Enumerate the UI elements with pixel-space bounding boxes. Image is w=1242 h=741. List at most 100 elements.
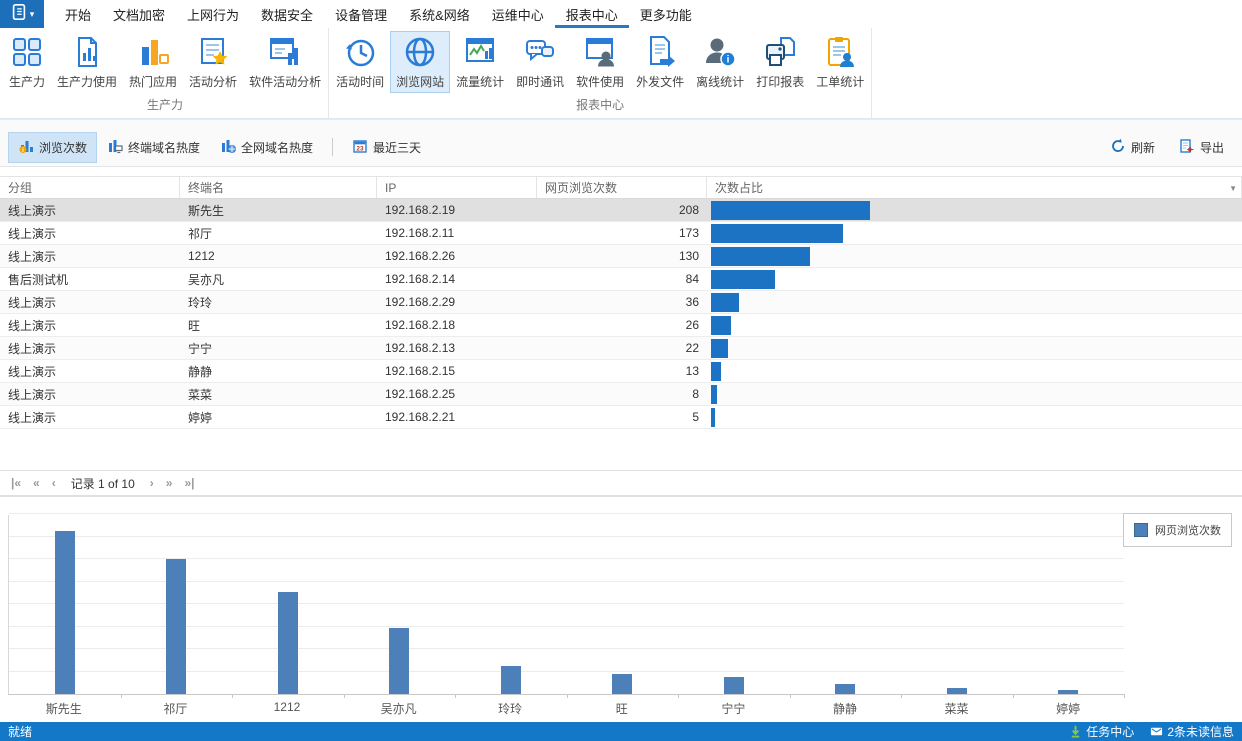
cell-terminal: 静静 xyxy=(180,360,377,382)
ribbon-item-clipboard-person[interactable]: 工单统计 xyxy=(810,31,870,93)
ribbon-item-clock[interactable]: 活动时间 xyxy=(330,31,390,93)
export-button[interactable]: 导出 xyxy=(1169,132,1234,163)
cell-ratio xyxy=(707,291,1242,313)
pager-next-button[interactable]: › xyxy=(145,476,159,490)
menu-tab-0[interactable]: 开始 xyxy=(54,0,102,28)
chart-bar xyxy=(612,674,632,694)
table-row[interactable]: 线上演示玲玲192.168.2.2936 xyxy=(0,291,1242,314)
table-row[interactable]: 线上演示祁厅192.168.2.11173 xyxy=(0,222,1242,245)
refresh-button[interactable]: 刷新 xyxy=(1100,132,1165,163)
pager-last-button[interactable]: »| xyxy=(179,476,199,490)
pager-record-text: 记录 1 of 10 xyxy=(63,475,143,492)
table-row[interactable]: 线上演示静静192.168.2.1513 xyxy=(0,360,1242,383)
clock-icon xyxy=(343,35,377,69)
ribbon-item-person-info[interactable]: i离线统计 xyxy=(690,31,750,93)
ribbon-item-label: 软件活动分析 xyxy=(249,73,321,90)
pager-prev-page-button[interactable]: « xyxy=(28,476,45,490)
view-chip-2[interactable]: 全网域名热度 xyxy=(210,132,323,163)
chart-legend: 网页浏览次数 xyxy=(1123,513,1232,547)
menu-tab-5[interactable]: 系统&网络 xyxy=(398,0,481,28)
column-header-terminal[interactable]: 终端名 xyxy=(180,177,377,198)
ribbon-item-chat[interactable]: 即时通讯 xyxy=(510,31,570,93)
download-arrow-icon xyxy=(1069,725,1082,738)
chart-axis-tick xyxy=(455,694,456,698)
menu-tab-6[interactable]: 运维中心 xyxy=(481,0,555,28)
table-header: 分组 终端名 IP 网页浏览次数 次数占比 ▼ xyxy=(0,176,1242,199)
column-header-group[interactable]: 分组 xyxy=(0,177,180,198)
menu-tab-3[interactable]: 数据安全 xyxy=(250,0,324,28)
cell-group: 线上演示 xyxy=(0,383,180,405)
ribbon-item-label: 流量统计 xyxy=(456,73,504,90)
ribbon-item-label: 工单统计 xyxy=(816,73,864,90)
ribbon-item-globe[interactable]: 浏览网站 xyxy=(390,31,450,93)
ratio-bar xyxy=(711,201,870,220)
ribbon-item-grid[interactable]: 生产力 xyxy=(3,31,51,93)
chart-category-label: 祁厅 xyxy=(120,700,232,717)
ribbon-item-traffic-chart[interactable]: 流量统计 xyxy=(450,31,510,93)
pager-prev-button[interactable]: ‹ xyxy=(47,476,61,490)
menu-tab-8[interactable]: 更多功能 xyxy=(629,0,703,28)
chart-axis-tick xyxy=(232,694,233,698)
date-filter-button[interactable]: 23 最近三天 xyxy=(342,132,431,163)
ribbon-item-doc-arrow[interactable]: 外发文件 xyxy=(630,31,690,93)
table-row[interactable]: 线上演示婷婷192.168.2.215 xyxy=(0,406,1242,429)
unread-messages-button[interactable]: 2条未读信息 xyxy=(1150,723,1234,740)
chart-category-label: 旺 xyxy=(566,700,678,717)
ribbon-item-window-person[interactable]: 软件使用 xyxy=(570,31,630,93)
cell-count: 5 xyxy=(537,406,707,428)
column-chooser-dropdown-icon[interactable]: ▼ xyxy=(1229,184,1237,193)
chart-category-label: 玲玲 xyxy=(454,700,566,717)
table-row[interactable]: 线上演示旺192.168.2.1826 xyxy=(0,314,1242,337)
export-label: 导出 xyxy=(1200,139,1224,156)
menu-tab-2[interactable]: 上网行为 xyxy=(176,0,250,28)
task-center-button[interactable]: 任务中心 xyxy=(1069,723,1134,740)
pager-next-page-button[interactable]: » xyxy=(161,476,178,490)
column-header-count[interactable]: 网页浏览次数 xyxy=(537,177,707,198)
ribbon-group-0: 生产力生产力使用热门应用活动分析软件活动分析生产力 xyxy=(2,28,329,118)
table-row[interactable]: 售后测试机吴亦凡192.168.2.1484 xyxy=(0,268,1242,291)
chart-category-label: 婷婷 xyxy=(1012,700,1124,717)
view-chip-1[interactable]: 终端域名热度 xyxy=(97,132,210,163)
column-header-ip[interactable]: IP xyxy=(377,177,537,198)
cell-terminal: 宁宁 xyxy=(180,337,377,359)
person-info-icon: i xyxy=(703,35,737,69)
table-row[interactable]: 线上演示斯先生192.168.2.19208 xyxy=(0,199,1242,222)
menu-tab-1[interactable]: 文档加密 xyxy=(102,0,176,28)
bar-chart: 斯先生祁厅1212吴亦凡玲玲旺宁宁静静菜菜婷婷 网页浏览次数 xyxy=(0,495,1242,722)
report-toolbar: i浏览次数 终端域名热度全网域名热度 23 最近三天 刷新 导出 xyxy=(0,119,1242,167)
ribbon-item-doc-star[interactable]: 活动分析 xyxy=(183,31,243,93)
app-menu-button[interactable]: ▾ xyxy=(0,0,44,28)
view-chip-label: 终端域名热度 xyxy=(128,139,200,156)
pager-first-button[interactable]: |« xyxy=(6,476,26,490)
ribbon-item-window-chart[interactable]: 软件活动分析 xyxy=(243,31,327,93)
chat-icon xyxy=(523,35,557,69)
ribbon-group-label-1: 报表中心 xyxy=(330,94,870,118)
ribbon-item-doc-chart[interactable]: 生产力使用 xyxy=(51,31,123,93)
cell-ip: 192.168.2.15 xyxy=(377,360,537,382)
cell-group: 线上演示 xyxy=(0,337,180,359)
chart-axis-tick xyxy=(1013,694,1014,698)
chart-axis-tick xyxy=(678,694,679,698)
chart-axis-tick xyxy=(1124,694,1125,698)
menu-tab-4[interactable]: 设备管理 xyxy=(324,0,398,28)
table-row[interactable]: 线上演示1212192.168.2.26130 xyxy=(0,245,1242,268)
chart-axis-tick xyxy=(901,694,902,698)
cell-ip: 192.168.2.13 xyxy=(377,337,537,359)
view-chip-0[interactable]: i浏览次数 xyxy=(8,132,97,163)
cell-count: 13 xyxy=(537,360,707,382)
table-row[interactable]: 线上演示宁宁192.168.2.1322 xyxy=(0,337,1242,360)
cell-ip: 192.168.2.25 xyxy=(377,383,537,405)
ratio-bar xyxy=(711,362,721,381)
ratio-bar xyxy=(711,385,717,404)
table-row[interactable]: 线上演示菜菜192.168.2.258 xyxy=(0,383,1242,406)
cell-ratio xyxy=(707,314,1242,336)
menu-tabs: 开始文档加密上网行为数据安全设备管理系统&网络运维中心报表中心更多功能 xyxy=(54,0,703,28)
refresh-label: 刷新 xyxy=(1131,139,1155,156)
menu-tab-7[interactable]: 报表中心 xyxy=(555,0,629,28)
ratio-bar xyxy=(711,293,739,312)
chart-bar xyxy=(724,677,744,694)
ribbon-item-printer[interactable]: 打印报表 xyxy=(750,31,810,93)
ribbon-item-hot-apps[interactable]: 热门应用 xyxy=(123,31,183,93)
ribbon-item-label: 打印报表 xyxy=(756,73,804,90)
column-header-ratio[interactable]: 次数占比 xyxy=(707,177,1242,198)
